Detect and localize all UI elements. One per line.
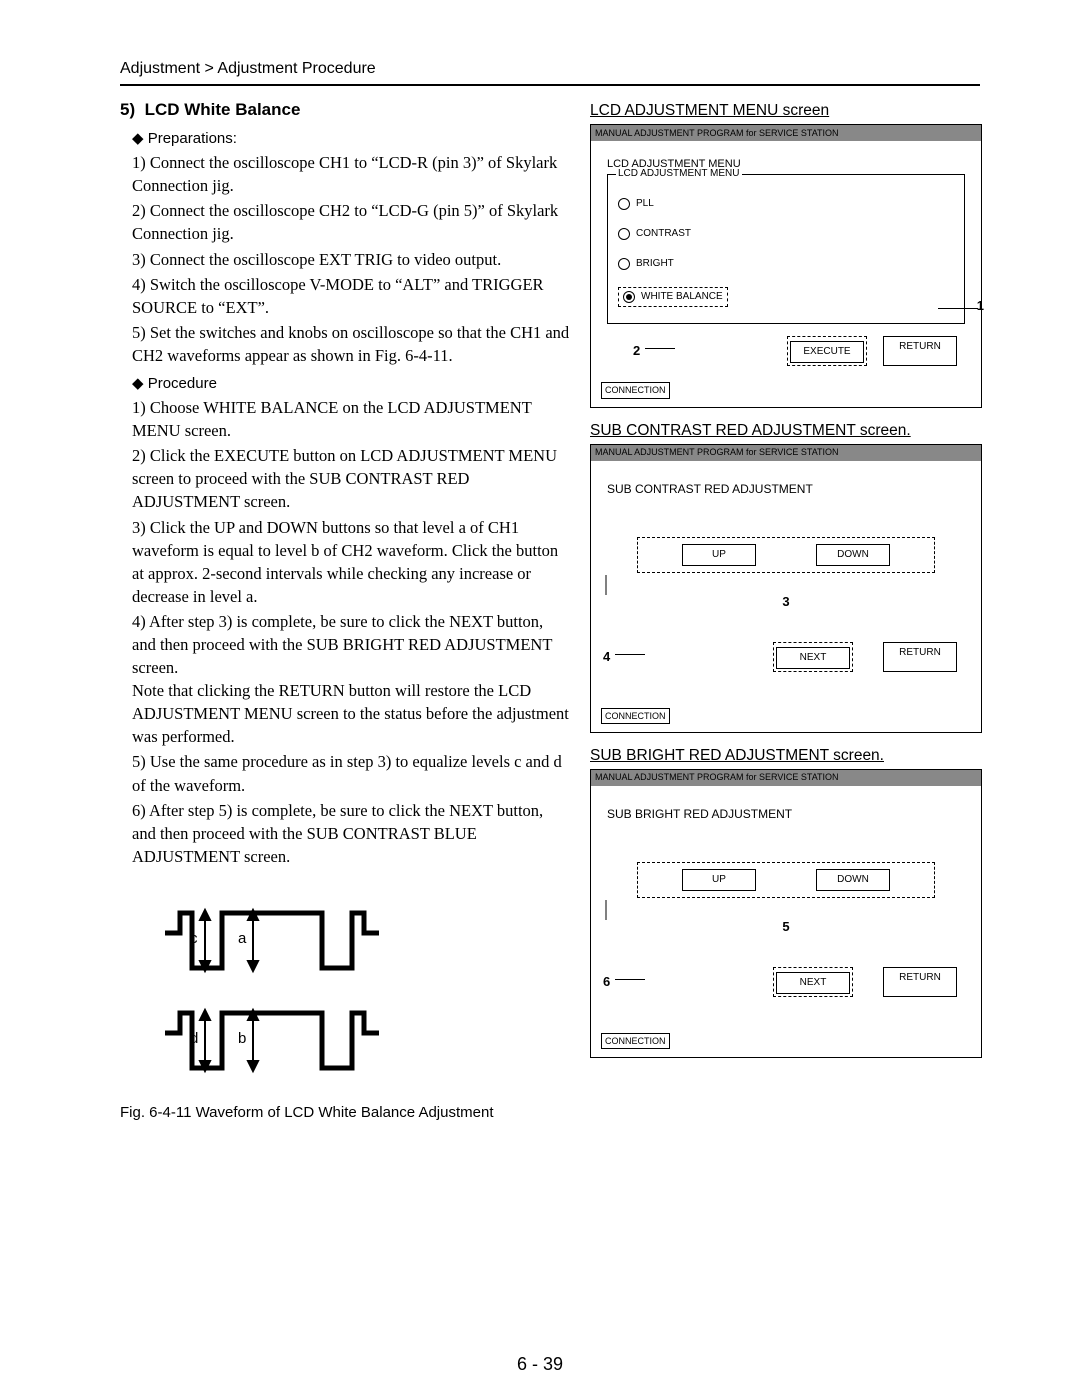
proc-2: 2) Click the EXECUTE button on LCD ADJUS… <box>132 444 570 513</box>
screen2-label: SUB CONTRAST RED ADJUSTMENT screen. <box>590 420 982 442</box>
screen2-updown: UP DOWN <box>637 537 935 573</box>
next-button-3[interactable]: NEXT <box>776 972 850 994</box>
proc-3: 3) Click the UP and DOWN buttons so that… <box>132 516 570 608</box>
screen1-fieldset: LCD ADJUSTMENT MENU PLL CONTRAST BRIGHT … <box>607 174 965 324</box>
prep-3: 3) Connect the oscilloscope EXT TRIG to … <box>132 248 570 271</box>
annotation-6: 6 <box>603 973 610 991</box>
return-button-3[interactable]: RETURN <box>883 967 957 997</box>
screen3-label: SUB BRIGHT RED ADJUSTMENT screen. <box>590 745 982 767</box>
proc-5: 5) Use the same procedure as in step 3) … <box>132 750 570 796</box>
screen3-updown: UP DOWN <box>637 862 935 898</box>
wave-label-d: d <box>190 1030 198 1047</box>
prep-5: 5) Set the switches and knobs on oscillo… <box>132 321 570 367</box>
up-button-3[interactable]: UP <box>682 869 756 891</box>
prep-2: 2) Connect the oscilloscope CH2 to “LCD-… <box>132 199 570 245</box>
breadcrumb: Adjustment > Adjustment Procedure <box>120 58 980 80</box>
screen1-label: LCD ADJUSTMENT MENU screen <box>590 100 982 122</box>
down-button-2[interactable]: DOWN <box>816 544 890 566</box>
execute-button[interactable]: EXECUTE <box>790 341 864 363</box>
connection-3: CONNECTION <box>601 1033 670 1050</box>
screen2-heading: SUB CONTRAST RED ADJUSTMENT <box>607 481 971 498</box>
next-button-2[interactable]: NEXT <box>776 647 850 669</box>
proc-4: 4) After step 3) is complete, be sure to… <box>132 610 570 749</box>
procedure-label: ◆ Procedure <box>132 373 570 394</box>
waveform-figure: c a d b <box>160 888 570 1088</box>
return-button-2[interactable]: RETURN <box>883 642 957 672</box>
wave-label-a: a <box>238 930 247 947</box>
figure-caption: Fig. 6-4-11 Waveform of LCD White Balanc… <box>120 1102 570 1123</box>
wave-label-b: b <box>238 1030 246 1047</box>
screen1: MANUAL ADJUSTMENT PROGRAM for SERVICE ST… <box>590 124 982 408</box>
radio-pll[interactable]: PLL <box>618 197 954 211</box>
section-number: 5) <box>120 100 135 119</box>
section-name: LCD White Balance <box>145 100 301 119</box>
radio-contrast-label: CONTRAST <box>636 227 691 241</box>
proc-1: 1) Choose WHITE BALANCE on the LCD ADJUS… <box>132 396 570 442</box>
radio-whitebal-label: WHITE BALANCE <box>641 290 723 304</box>
prep-1: 1) Connect the oscilloscope CH1 to “LCD-… <box>132 151 570 197</box>
procedure-list: 1) Choose WHITE BALANCE on the LCD ADJUS… <box>132 396 570 868</box>
radio-bright[interactable]: BRIGHT <box>618 257 954 271</box>
up-button-2[interactable]: UP <box>682 544 756 566</box>
divider <box>120 84 980 86</box>
down-button-3[interactable]: DOWN <box>816 869 890 891</box>
connection-1: CONNECTION <box>601 382 670 399</box>
page-number: 6 - 39 <box>0 1352 1080 1377</box>
return-button-1[interactable]: RETURN <box>883 336 957 366</box>
annotation-1: 1 <box>977 297 984 315</box>
wave-label-c: c <box>190 930 198 947</box>
radio-pll-label: PLL <box>636 197 654 211</box>
preparations-label: ◆ Preparations: <box>132 128 570 149</box>
screen1-legend: LCD ADJUSTMENT MENU <box>616 167 742 181</box>
screen2-titlebar: MANUAL ADJUSTMENT PROGRAM for SERVICE ST… <box>591 445 981 461</box>
annotation-2: 2 <box>633 342 640 360</box>
prep-4: 4) Switch the oscilloscope V-MODE to “AL… <box>132 273 570 319</box>
proc-6: 6) After step 5) is complete, be sure to… <box>132 799 570 868</box>
section-title: 5) LCD White Balance <box>120 98 570 122</box>
annotation-4: 4 <box>603 648 610 666</box>
radio-bright-label: BRIGHT <box>636 257 674 271</box>
screen3: MANUAL ADJUSTMENT PROGRAM for SERVICE ST… <box>590 769 982 1058</box>
radio-whitebal[interactable]: WHITE BALANCE <box>618 287 954 307</box>
annotation-3: 3 <box>601 593 971 611</box>
screen3-heading: SUB BRIGHT RED ADJUSTMENT <box>607 806 971 823</box>
screen1-titlebar: MANUAL ADJUSTMENT PROGRAM for SERVICE ST… <box>591 125 981 141</box>
screen3-titlebar: MANUAL ADJUSTMENT PROGRAM for SERVICE ST… <box>591 770 981 786</box>
connection-2: CONNECTION <box>601 708 670 725</box>
radio-contrast[interactable]: CONTRAST <box>618 227 954 241</box>
preparations-list: 1) Connect the oscilloscope CH1 to “LCD-… <box>132 151 570 367</box>
screen2: MANUAL ADJUSTMENT PROGRAM for SERVICE ST… <box>590 444 982 733</box>
annotation-5: 5 <box>601 918 971 936</box>
